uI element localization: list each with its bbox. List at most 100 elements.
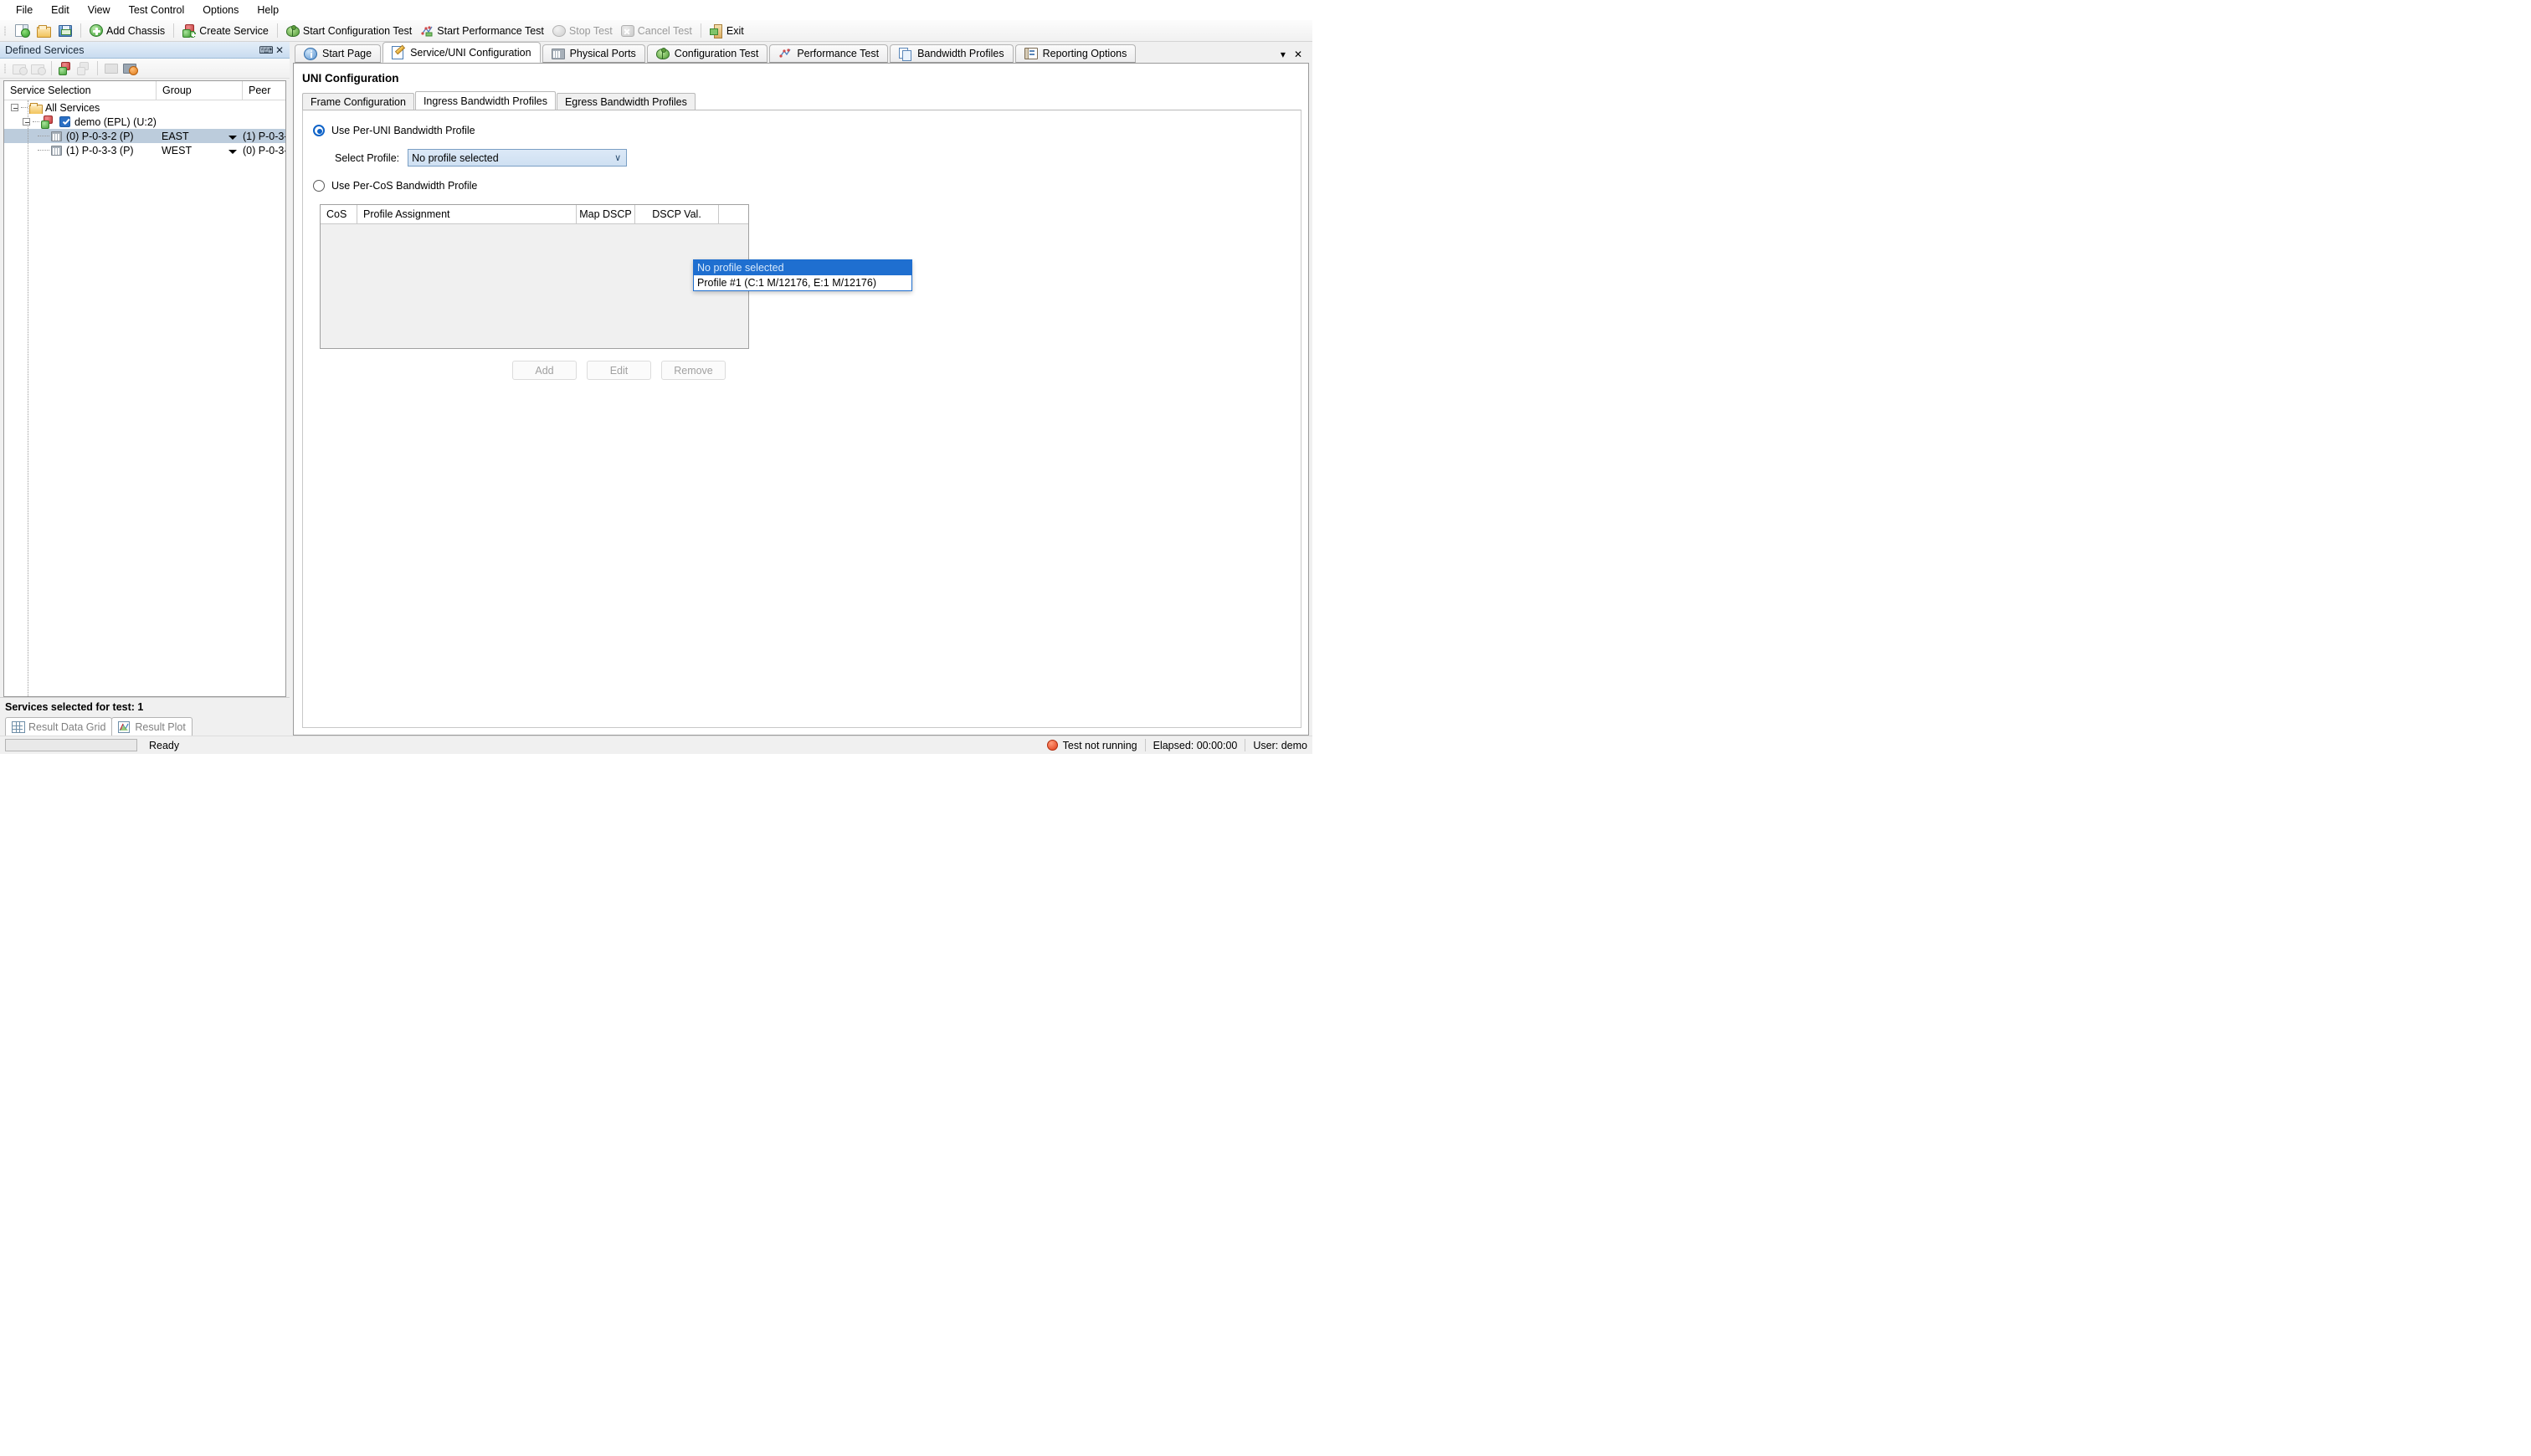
dock-toolbar-grip[interactable] [3, 62, 8, 75]
tree-cell-group[interactable]: WEST [157, 145, 243, 156]
tab-list-dropdown-icon[interactable]: ▾ [1281, 49, 1286, 60]
per-cos-radio-button[interactable] [313, 180, 325, 192]
menu-item-edit[interactable]: Edit [42, 1, 79, 19]
select-profile-combobox[interactable]: No profile selected ∨ [408, 149, 628, 167]
stop-test-button[interactable]: Stop Test [548, 22, 617, 40]
toolbar-separator-3 [276, 23, 278, 38]
menu-item-help[interactable]: Help [248, 1, 288, 19]
status-bar: Ready Test not running Elapsed: 00:00:00… [0, 736, 1312, 754]
new-document-button[interactable] [10, 22, 33, 40]
column-header-cos[interactable]: CoS [321, 205, 357, 223]
open-folder-icon [37, 25, 51, 38]
service-tree[interactable]: Service Selection Group Peer All Service… [3, 80, 286, 697]
start-configuration-test-label: Start Configuration Test [302, 24, 413, 37]
column-header-dscp-val[interactable]: DSCP Val. [635, 205, 719, 223]
subtab-egress-bandwidth-profiles[interactable]: Egress Bandwidth Profiles [556, 93, 696, 110]
menu-item-test-control[interactable]: Test Control [120, 1, 194, 19]
ports-icon [551, 48, 565, 59]
create-service-button[interactable]: Create Service [178, 22, 273, 40]
subtab-frame-configuration[interactable]: Frame Configuration [302, 93, 414, 110]
add-port-button[interactable] [102, 60, 121, 77]
table-row[interactable]: demo (EPL) (U:2) [4, 115, 285, 129]
chevron-down-icon[interactable] [228, 135, 237, 140]
stop-test-label: Stop Test [568, 24, 613, 37]
menu-item-view[interactable]: View [79, 1, 120, 19]
tab-result-data-grid[interactable]: Result Data Grid [5, 717, 113, 736]
result-plot-icon [118, 720, 131, 733]
chevron-down-icon[interactable]: ∨ [613, 152, 623, 163]
defined-services-dock: Defined Services ⌨ ✕ Service Selection G… [0, 42, 290, 736]
per-uni-radio-button[interactable] [313, 125, 325, 136]
expander-icon[interactable] [11, 104, 18, 111]
add-service-icon [59, 61, 72, 75]
info-icon [304, 47, 317, 60]
column-header-profile-assignment[interactable]: Profile Assignment [357, 205, 577, 223]
tab-close-icon[interactable]: ✕ [1294, 49, 1302, 60]
start-performance-test-button[interactable]: Start Performance Test [416, 22, 548, 40]
pin-icon[interactable]: ⌨ [259, 44, 273, 57]
tab-service-uni-configuration[interactable]: Service/UNI Configuration [382, 42, 541, 63]
edit-button[interactable]: Edit [587, 361, 651, 380]
per-uni-radio-label: Use Per-UNI Bandwidth Profile [331, 125, 475, 136]
cancel-test-button[interactable]: Cancel Test [617, 22, 696, 40]
add-button[interactable]: Add [512, 361, 577, 380]
performance-chart-icon [778, 47, 792, 60]
subtab-ingress-bandwidth-profiles[interactable]: Ingress Bandwidth Profiles [414, 91, 556, 110]
main-body: Defined Services ⌨ ✕ Service Selection G… [0, 42, 1312, 736]
remove-group-button[interactable] [28, 60, 47, 77]
tab-bandwidth-profiles[interactable]: Bandwidth Profiles [890, 44, 1014, 63]
column-header-group[interactable]: Group [157, 81, 243, 100]
remove-port-button[interactable] [121, 60, 139, 77]
tab-result-plot[interactable]: Result Plot [111, 717, 193, 736]
service-checkbox[interactable] [59, 116, 70, 127]
column-header-peer[interactable]: Peer [243, 81, 285, 100]
book-icon [1024, 48, 1038, 59]
add-chassis-button[interactable]: Add Chassis [85, 22, 169, 40]
application-window: File Edit View Test Control Options Help… [0, 0, 1312, 754]
tab-physical-ports[interactable]: Physical Ports [542, 44, 645, 63]
remove-button[interactable]: Remove [661, 361, 726, 380]
tab-performance-test[interactable]: Performance Test [769, 44, 889, 63]
add-service-button[interactable] [56, 60, 74, 77]
group-value: WEST [162, 144, 193, 156]
dock-toolbar [0, 59, 290, 79]
port-icon [51, 145, 62, 156]
exit-button[interactable]: Exit [706, 22, 748, 40]
cancel-test-label: Cancel Test [637, 24, 692, 37]
open-file-button[interactable] [33, 22, 54, 40]
table-row[interactable]: All Services [4, 100, 285, 115]
elapsed-time-label: Elapsed: 00:00:00 [1153, 739, 1238, 751]
dropdown-option-no-profile[interactable]: No profile selected [694, 260, 911, 275]
cos-profile-grid[interactable]: CoS Profile Assignment Map DSCP DSCP Val… [320, 204, 749, 349]
menu-item-options[interactable]: Options [193, 1, 248, 19]
close-icon[interactable]: ✕ [273, 44, 286, 57]
remove-service-button[interactable] [74, 60, 93, 77]
save-button[interactable] [54, 22, 76, 40]
page-title: UNI Configuration [302, 72, 399, 85]
chevron-down-icon[interactable] [228, 149, 237, 154]
column-header-service-selection[interactable]: Service Selection [4, 81, 157, 100]
tree-cell-group[interactable]: EAST [157, 131, 243, 142]
create-service-icon [182, 23, 197, 38]
start-configuration-test-button[interactable]: Start Configuration Test [282, 22, 416, 40]
group-value: EAST [162, 130, 189, 142]
main-content: Start Page Service/UNI Configuration Phy… [293, 42, 1312, 736]
tab-configuration-test[interactable]: Configuration Test [646, 44, 768, 63]
tab-start-page[interactable]: Start Page [295, 44, 382, 63]
expander-icon[interactable] [23, 118, 30, 126]
tab-reporting-options[interactable]: Reporting Options [1014, 44, 1137, 63]
table-row[interactable]: (0) P-0-3-2 (P) EAST (1) P-0-3-3 ( [4, 129, 285, 143]
per-uni-radio-row[interactable]: Use Per-UNI Bandwidth Profile [303, 122, 1301, 139]
add-group-button[interactable] [10, 60, 28, 77]
toolbar-grip[interactable] [3, 24, 8, 38]
status-separator-1 [1144, 739, 1146, 751]
dropdown-option-profile-1[interactable]: Profile #1 (C:1 M/12176, E:1 M/12176) [694, 275, 911, 290]
select-profile-dropdown-list[interactable]: No profile selected Profile #1 (C:1 M/12… [693, 259, 912, 291]
tree-node-label: demo (EPL) (U:2) [74, 115, 157, 128]
tab-result-plot-label: Result Plot [135, 720, 186, 733]
tab-service-uni-configuration-label: Service/UNI Configuration [410, 46, 531, 59]
table-row[interactable]: (1) P-0-3-3 (P) WEST (0) P-0-3-2 ( [4, 143, 285, 157]
column-header-map-dscp[interactable]: Map DSCP [577, 205, 635, 223]
menu-item-file[interactable]: File [7, 1, 42, 19]
per-cos-radio-row[interactable]: Use Per-CoS Bandwidth Profile [303, 177, 1301, 194]
